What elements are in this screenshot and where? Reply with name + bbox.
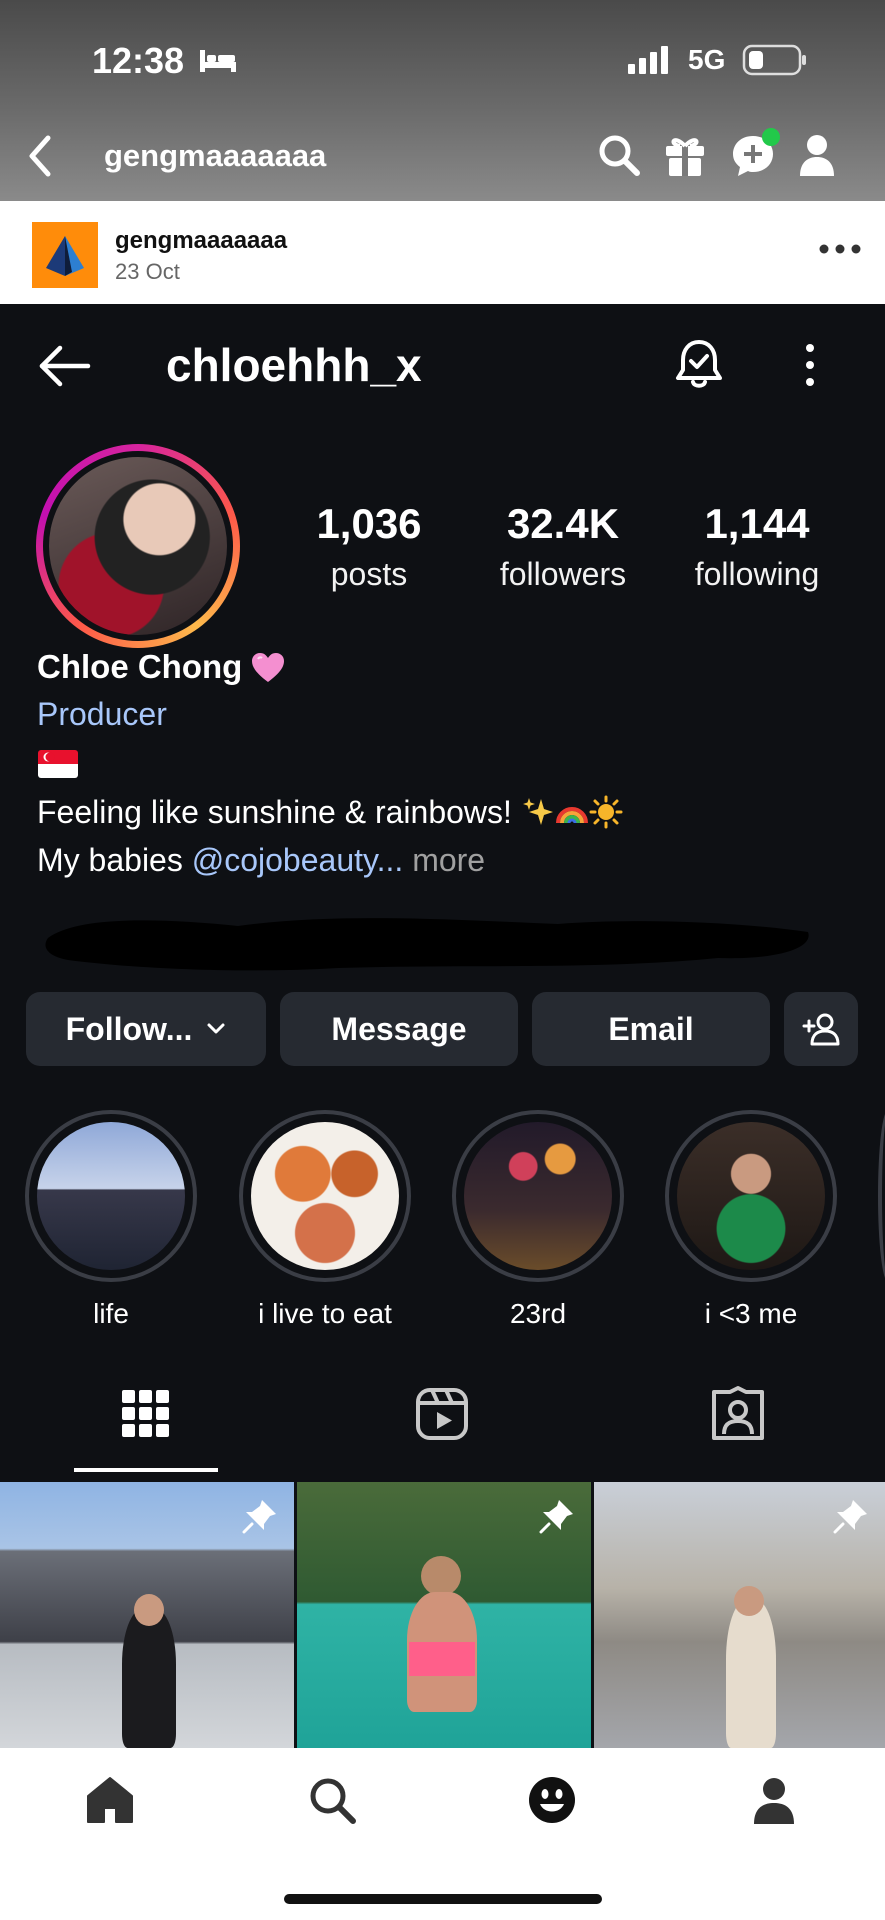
profile-picture-story-ring[interactable] [36, 444, 240, 648]
reels-icon[interactable] [412, 1384, 472, 1444]
highlight-cover [677, 1122, 825, 1270]
home-indicator [284, 1894, 602, 1904]
grid-post-photo[interactable] [594, 1482, 885, 1748]
app-top-chrome: 12:38 5G gengmaaaaaaa [0, 0, 885, 201]
highlight-label: life [93, 1298, 129, 1329]
bottom-tab-bar [0, 1748, 885, 1920]
sleep-mode-icon [200, 50, 236, 72]
highlight-label: i live to eat [258, 1298, 392, 1329]
posts-count: 1,036 [316, 500, 422, 547]
profile-picture [49, 457, 227, 635]
profile-category: Producer [37, 696, 167, 732]
gift-icon[interactable] [660, 130, 710, 180]
profile-full-name: Chloe Chong [37, 648, 286, 686]
back-chevron-icon[interactable] [22, 130, 62, 182]
pyramid-logo-icon [46, 236, 84, 276]
add-user-button[interactable] [784, 992, 858, 1066]
singapore-flag-icon [38, 750, 78, 778]
post-date: 23 Oct [115, 259, 180, 284]
signal-icon [628, 46, 668, 74]
full-name-text: Chloe Chong [37, 648, 243, 685]
bio-text-1: Feeling like sunshine & rainbows! [37, 794, 512, 830]
bio-line-1: Feeling like sunshine & rainbows! [37, 794, 623, 831]
follow-label: Follow... [65, 1010, 193, 1047]
instagram-profile-screenshot: chloehhh_x 1,036 posts 32.4K followers 1… [0, 304, 885, 1748]
stat-followers[interactable]: 32.4K followers [478, 500, 648, 593]
pin-icon [833, 1500, 867, 1534]
pink-heart-emoji-icon [252, 653, 285, 682]
kebab-menu-icon[interactable] [798, 340, 822, 390]
network-type: 5G [688, 44, 726, 75]
author-avatar[interactable] [32, 222, 98, 288]
grid-post-photo[interactable] [0, 1482, 294, 1748]
highlight-cover [464, 1122, 612, 1270]
highlight-label: i <3 me [704, 1298, 798, 1329]
highlight-cover [37, 1122, 185, 1270]
profile-icon[interactable] [748, 1774, 800, 1826]
email-label: Email [608, 1010, 694, 1047]
tagged-icon[interactable] [708, 1384, 768, 1444]
active-tab-indicator [74, 1468, 218, 1472]
posts-label: posts [330, 556, 408, 592]
story-highlight[interactable]: 23rd [452, 1110, 624, 1330]
redacted-scribble [45, 918, 809, 971]
profile-username: chloehhh_x [166, 339, 422, 391]
post-header: gengmaaaaaaa 23 Oct [0, 201, 885, 304]
highlight-label: 23rd [509, 1298, 567, 1329]
battery-icon [742, 44, 806, 76]
notification-dot [762, 128, 780, 146]
more-options-icon[interactable] [818, 239, 862, 259]
app-nav-bar: gengmaaaaaaa [0, 120, 885, 200]
story-highlight[interactable]: life [25, 1110, 197, 1330]
bio-line-2: My babies @cojobeauty... more [37, 842, 485, 879]
grid-post-photo[interactable] [297, 1482, 591, 1748]
app-nav-title: gengmaaaaaaa [104, 138, 327, 173]
message-button[interactable]: Message [280, 992, 518, 1066]
add-user-icon [802, 1013, 840, 1046]
chevron-down-icon [207, 1023, 225, 1034]
sun-emoji-icon [589, 795, 623, 829]
bio-mention-link[interactable]: @cojobeauty [192, 842, 377, 878]
status-bar: 12:38 5G [0, 0, 885, 120]
message-label: Message [331, 1010, 467, 1047]
status-time: 12:38 [92, 40, 185, 81]
follow-dropdown-button[interactable]: Follow... [26, 992, 266, 1066]
sparkles-emoji-icon [522, 798, 553, 825]
pin-icon [539, 1500, 573, 1534]
back-arrow-icon[interactable] [36, 344, 92, 388]
grid-icon[interactable] [116, 1384, 176, 1444]
following-label: following [694, 556, 820, 592]
search-icon[interactable] [306, 1774, 358, 1826]
bio-text-2: My babies [37, 842, 192, 878]
bio-ellipsis: ... [376, 842, 404, 878]
post-author-name[interactable]: gengmaaaaaaa [115, 227, 287, 255]
story-highlight[interactable]: i <3 me [665, 1110, 837, 1330]
home-icon[interactable] [84, 1774, 136, 1826]
smiley-icon[interactable] [526, 1774, 578, 1826]
notification-bell-icon[interactable] [672, 336, 726, 392]
story-highlight-partial[interactable] [878, 1110, 885, 1282]
stat-following[interactable]: 1,144 following [672, 500, 842, 593]
rainbow-emoji-icon [555, 807, 588, 824]
bio-more-link[interactable]: more [403, 842, 485, 878]
user-icon[interactable] [792, 130, 842, 180]
followers-count: 32.4K [506, 500, 620, 547]
email-button[interactable]: Email [532, 992, 770, 1066]
pin-icon [242, 1500, 276, 1534]
search-icon[interactable] [594, 130, 644, 180]
highlight-cover [251, 1122, 399, 1270]
followers-label: followers [499, 556, 627, 592]
stat-posts[interactable]: 1,036 posts [284, 500, 454, 593]
story-highlight[interactable]: i live to eat [239, 1110, 411, 1330]
following-count: 1,144 [704, 500, 810, 547]
